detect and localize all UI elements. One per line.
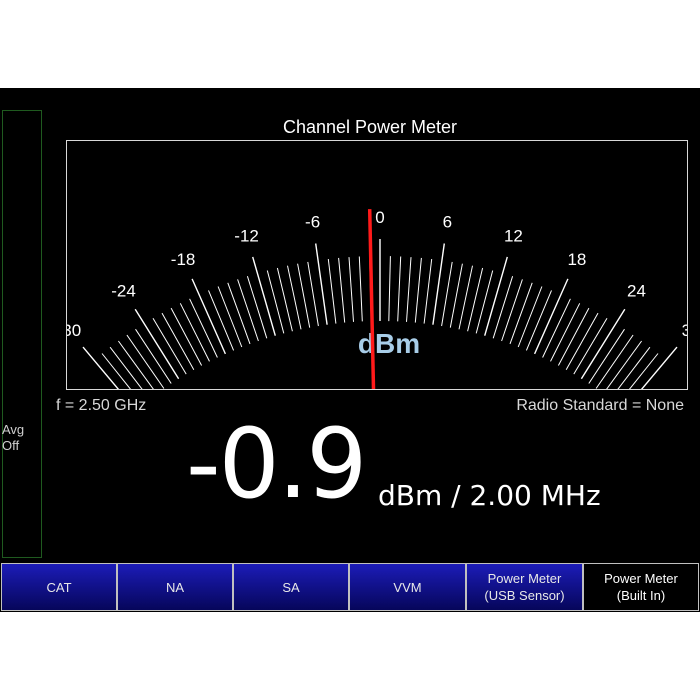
major-tick bbox=[315, 243, 328, 325]
scale-label: 18 bbox=[567, 250, 586, 269]
major-tick bbox=[252, 256, 276, 336]
minor-tick bbox=[217, 286, 243, 348]
minor-tick bbox=[406, 257, 412, 322]
meter-dial: -30 -24 -18 -12 -6 0 6 12 18 24 30 dBm bbox=[67, 208, 687, 389]
power-reading-unit: dBm / 2.00 MHz bbox=[378, 479, 601, 512]
major-tick bbox=[191, 278, 227, 355]
minor-tick bbox=[397, 256, 402, 322]
instrument-screen: Avg Off Channel Power Meter -30 -24 -18 -12… bbox=[0, 88, 700, 612]
softkey-label: Power Meter bbox=[487, 571, 562, 586]
analog-meter: -30 -24 -18 -12 -6 0 6 12 18 24 30 dBm bbox=[66, 140, 688, 390]
minor-tick bbox=[517, 286, 543, 348]
minor-tick bbox=[348, 257, 354, 322]
meter-title: Channel Power Meter bbox=[282, 117, 458, 137]
major-tick bbox=[580, 308, 626, 380]
scale-label: 12 bbox=[504, 227, 523, 246]
softkey-label: NA bbox=[165, 579, 185, 595]
meter-needle bbox=[367, 209, 376, 389]
power-reading: -0.9 bbox=[186, 408, 367, 520]
softkey-label: SA bbox=[282, 579, 300, 595]
scale-label: -30 bbox=[67, 321, 81, 340]
minor-tick bbox=[414, 257, 422, 323]
major-tick bbox=[134, 308, 180, 380]
minor-tick bbox=[227, 282, 251, 345]
softkey-label: VVM bbox=[393, 579, 422, 595]
meter-unit-label: dBm bbox=[358, 328, 420, 359]
scale-label: 0 bbox=[375, 208, 384, 227]
minor-tick bbox=[595, 334, 634, 389]
avg-state: Off bbox=[2, 438, 20, 453]
avg-label: Avg bbox=[2, 422, 25, 437]
minor-tick bbox=[525, 290, 552, 351]
minor-tick bbox=[501, 279, 523, 342]
major-tick bbox=[432, 243, 445, 325]
minor-tick bbox=[617, 346, 651, 389]
scale-label: -12 bbox=[234, 227, 259, 246]
major-tick bbox=[533, 278, 569, 355]
scale-label: -24 bbox=[111, 282, 136, 301]
softkey-label: Power Meter bbox=[604, 571, 678, 586]
softkey-sa[interactable]: SA bbox=[233, 563, 349, 611]
minor-tick bbox=[509, 282, 533, 345]
softkey-vvm[interactable]: VVM bbox=[349, 563, 466, 611]
softkey-cat[interactable]: CAT bbox=[1, 563, 117, 611]
minor-tick bbox=[449, 263, 463, 328]
minor-tick bbox=[338, 257, 346, 323]
minor-tick bbox=[266, 270, 285, 334]
frequency-label: f = 2.50 GHz bbox=[56, 397, 147, 414]
minor-tick bbox=[441, 261, 453, 327]
radio-standard-label: Radio Standard = None bbox=[516, 397, 684, 414]
softkey-label: CAT bbox=[46, 579, 72, 595]
minor-tick bbox=[492, 276, 514, 339]
softkey-power-meter-builtin[interactable]: Power Meter (Built In) bbox=[583, 563, 699, 611]
minor-tick bbox=[246, 276, 268, 339]
minor-tick bbox=[327, 258, 337, 324]
softkey-bar: CAT NA SA VVM Power Meter (USB Sensor) P… bbox=[0, 563, 700, 611]
minor-tick bbox=[358, 256, 363, 322]
softkey-na[interactable]: NA bbox=[117, 563, 233, 611]
scale-label: 30 bbox=[682, 321, 687, 340]
averaging-panel[interactable] bbox=[2, 110, 42, 558]
minor-tick bbox=[101, 353, 132, 389]
scale-label: -18 bbox=[171, 250, 196, 269]
softkey-sublabel: (USB Sensor) bbox=[484, 588, 565, 603]
minor-tick bbox=[297, 263, 311, 328]
minor-tick bbox=[388, 256, 391, 322]
minor-tick bbox=[126, 334, 165, 389]
minor-tick bbox=[423, 258, 433, 324]
softkey-power-meter-usb[interactable]: Power Meter (USB Sensor) bbox=[466, 563, 583, 611]
minor-tick bbox=[208, 290, 235, 351]
minor-tick bbox=[475, 270, 494, 334]
scale-label: -6 bbox=[305, 213, 320, 232]
major-tick bbox=[484, 256, 508, 336]
scale-label: 24 bbox=[627, 282, 646, 301]
scale-label: 6 bbox=[443, 213, 452, 232]
minor-tick bbox=[109, 346, 143, 389]
softkey-sublabel: (Built In) bbox=[616, 588, 666, 603]
minor-tick bbox=[237, 279, 259, 342]
minor-tick bbox=[307, 261, 319, 327]
minor-tick bbox=[628, 353, 659, 389]
